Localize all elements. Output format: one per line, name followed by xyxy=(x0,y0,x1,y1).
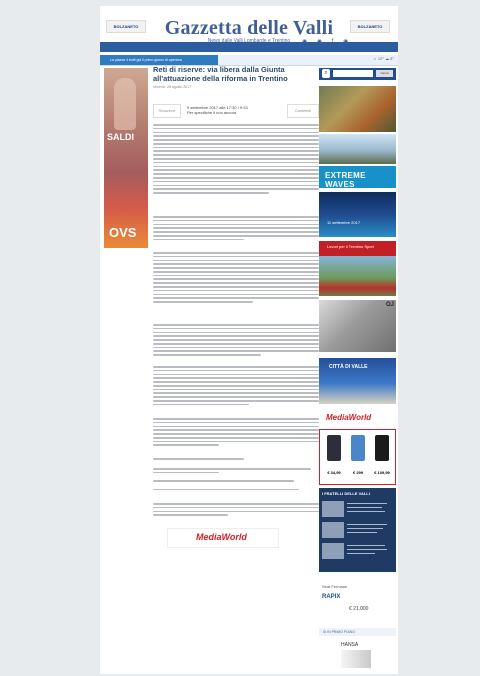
right-sponsor-logo[interactable]: BOLZANETO xyxy=(350,20,390,33)
saldi-label: SALDI xyxy=(107,132,134,142)
site-header: BOLZANETO Gazzetta delle Valli News dall… xyxy=(100,14,398,45)
article-paragraph xyxy=(153,418,319,448)
product-price: € 34,99 xyxy=(327,470,341,475)
ovs-logo: OVS xyxy=(109,225,137,240)
search-bar: ⌕ Cerca xyxy=(319,68,396,80)
article-paragraph xyxy=(153,366,319,408)
sidebar-ad-train[interactable] xyxy=(319,256,396,296)
main-navigation: Valli Bresciane Trento Alt. di Valli Ann… xyxy=(100,42,398,56)
extreme-waves-label: EXTREME WAVES xyxy=(325,171,366,189)
search-icon[interactable]: ⌕ xyxy=(322,69,330,78)
mediaworld-products[interactable]: € 34,99 € 299 € 109,99 xyxy=(319,429,396,485)
event-item[interactable] xyxy=(322,522,393,540)
car-ad-logo: RAPIX xyxy=(322,594,341,600)
events-title: I FRATELLI DELLE VALLI xyxy=(322,491,370,496)
article-list xyxy=(153,468,319,492)
event-item[interactable] xyxy=(322,543,393,561)
search-input[interactable] xyxy=(333,70,373,77)
search-button[interactable]: Cerca xyxy=(376,70,393,77)
sidebar-ad-kitchen[interactable]: OJ xyxy=(319,300,396,352)
car-ad-price: € 21.000 xyxy=(349,606,369,612)
sidebar-ad-city[interactable] xyxy=(319,134,396,164)
article-paragraph xyxy=(153,216,319,242)
product-price: € 299 xyxy=(352,470,363,475)
weather-widget: ☼ 12° ☁ 8° xyxy=(373,56,394,61)
red-banner-text: Lavori per il Trentino Sport xyxy=(327,244,374,249)
article-meta: Redazione 9 settembre 2017 alle 17:30 / … xyxy=(153,104,319,118)
article-header: Reti di riserve: via libera dalla Giunta… xyxy=(153,65,319,89)
sidebar-ad-city-valle[interactable]: CITTÀ DI VALLE xyxy=(319,358,396,404)
mediaworld-logo: MediaWorld xyxy=(326,413,372,422)
model-photo xyxy=(114,78,136,130)
article-paragraph xyxy=(153,503,319,518)
product-price: € 109,99 xyxy=(374,470,390,475)
product-card[interactable]: € 109,99 xyxy=(372,433,392,475)
page: BOLZANETO Gazzetta delle Valli News dall… xyxy=(100,6,398,674)
mediaworld-banner-ad[interactable]: MediaWorld xyxy=(167,528,279,548)
comments-button[interactable]: Commenti xyxy=(287,104,319,118)
event-date: 11 settembre 2017 xyxy=(327,220,361,225)
in-primo-piano-header: ⚙ IN PRIMO PIANO xyxy=(319,628,396,636)
sidebar-ad-red[interactable]: Lavori per il Trentino Sport xyxy=(319,241,396,256)
article-paragraph xyxy=(153,124,319,196)
sidebar-ad-extreme-waves[interactable]: EXTREME WAVES xyxy=(319,166,396,189)
article-title: Reti di riserve: via libera dalla Giunta… xyxy=(153,65,288,83)
article-paragraph xyxy=(153,458,319,462)
faucet-image xyxy=(341,650,371,668)
byline-note: Per specifiche il non ancora xyxy=(187,110,237,115)
sidebar-ad-car[interactable]: Seat Ferrusse RAPIX € 21.000 xyxy=(319,584,396,618)
site-title[interactable]: Gazzetta delle Valli xyxy=(158,18,340,38)
article-paragraph xyxy=(153,324,319,358)
left-sponsor-logo[interactable]: BOLZANETO xyxy=(106,20,146,33)
bylines: 9 settembre 2017 alle 17:30 / 9:33 Per s… xyxy=(187,105,248,115)
author-box[interactable]: Redazione xyxy=(153,104,181,118)
car-ad-title: Seat Ferrusse xyxy=(322,584,348,589)
sidebar-ad-hansa[interactable]: ⚙ IN PRIMO PIANO HANSA xyxy=(319,628,396,672)
product-card[interactable]: € 299 xyxy=(348,433,368,475)
event-item[interactable] xyxy=(322,501,393,519)
left-banner-ad[interactable]: SALDI OVS xyxy=(104,68,148,248)
sidebar-ad-event[interactable]: 11 settembre 2017 xyxy=(319,192,396,237)
hansa-logo: HANSA xyxy=(341,642,359,648)
article-paragraph xyxy=(153,252,319,305)
kitchen-logo: OJ xyxy=(385,302,394,308)
mediaworld-logo: MediaWorld xyxy=(196,532,247,542)
city-valle-label: CITTÀ DI VALLE xyxy=(329,364,368,370)
sidebar-ad-wine[interactable] xyxy=(319,86,396,132)
mediaworld-side-logo-box[interactable]: MediaWorld xyxy=(319,411,396,427)
product-card[interactable]: € 34,99 xyxy=(324,433,344,475)
ticker-headline[interactable]: La piazza 4 botti già il primo giorno di… xyxy=(100,55,218,65)
sidebar-events-widget: I FRATELLI DELLE VALLI xyxy=(319,488,396,572)
article-date: Venerdì, 28 agosto 2017 xyxy=(153,85,192,89)
